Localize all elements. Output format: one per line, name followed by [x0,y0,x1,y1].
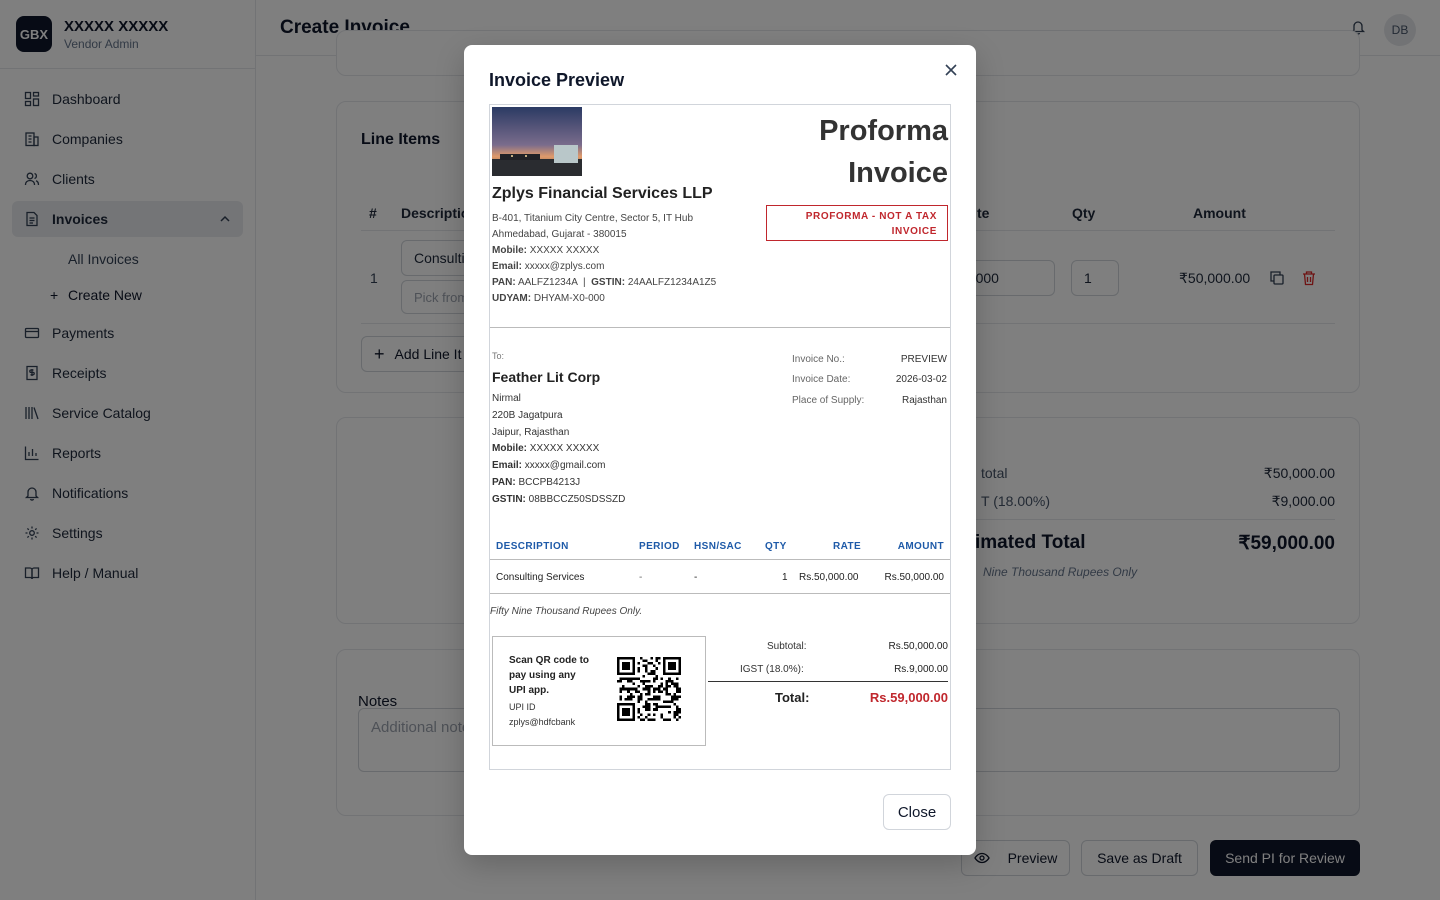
doc-table-divider [490,559,950,560]
doc-subtotal-value: Rs.50,000.00 [888,641,949,652]
doc-th-description: DESCRIPTION [496,541,569,552]
company-udyam: UDYAM: DHYAM-X0-000 [492,293,605,304]
doc-totals-divider [708,681,948,682]
mobile-label: Mobile: [492,245,527,256]
client-mobile: Mobile: XXXXX XXXXX [492,443,599,454]
doc-row-hsn: - [694,572,698,583]
place-of-supply-label: Place of Supply: [792,395,865,406]
upi-label: UPI ID [509,702,536,712]
invoice-date-value: 2026-03-02 [895,374,947,385]
invoice-no-label: Invoice No.: [792,354,845,365]
doc-row-amount: Rs.50,000.00 [884,572,945,583]
doc-row-qty: 1 [782,572,788,583]
client-contact: Nirmal [492,393,521,404]
client-address-line1: 220B Jagatpura [492,410,563,421]
invoice-date-label: Invoice Date: [792,374,851,385]
doc-subtotal-label: Subtotal: [767,641,807,652]
mobile-value: XXXXX XXXXX [529,245,600,256]
qr-line3: UPI app. [509,685,550,696]
gstin-label: GSTIN: [492,494,526,505]
doc-total-value: Rs.59,000.00 [869,690,948,705]
company-address-line1: B-401, Titanium City Centre, Sector 5, I… [492,213,694,224]
doc-th-rate: RATE [833,541,862,552]
qr-box: Scan QR code to pay using any UPI app. U… [492,636,706,746]
email-label: Email: [492,460,523,471]
upi-id: zplys@hdfcbank [509,717,576,727]
doc-title-line1: Proforma [819,115,948,147]
gstin-label: GSTIN: [591,277,626,288]
mobile-label: Mobile: [492,443,527,454]
doc-igst-value: Rs.9,000.00 [894,664,948,675]
client-email: Email: xxxxx@gmail.com [492,460,606,471]
to-label: To: [492,351,505,361]
doc-th-qty: QTY [765,541,787,552]
email-value: xxxxx@gmail.com [524,460,606,471]
email-label: Email: [492,261,523,272]
proforma-stamp: PROFORMA - NOT A TAX INVOICE [766,205,948,241]
client-pan: PAN: BCCPB4213J [492,477,580,488]
qr-code [617,657,681,721]
client-gstin: GSTIN: 08BBCCZ50SDSSZD [492,494,625,505]
qr-line1: Scan QR code to [509,655,590,666]
close-icon[interactable] [944,63,958,77]
invoice-document: Proforma Invoice PROFORMA - NOT A TAX IN… [489,104,951,770]
doc-igst-label: IGST (18.0%): [740,664,804,675]
doc-th-amount: AMOUNT [897,541,944,552]
doc-row-description: Consulting Services [496,572,585,583]
doc-row-period: - [639,572,643,583]
doc-row-rate: Rs.50,000.00 [799,572,859,583]
company-pan-gstin: PAN: AALFZ1234A | GSTIN: 24AALFZ1234A1Z5 [492,277,716,288]
email-value: xxxxx@zplys.com [524,261,605,272]
modal-title: Invoice Preview [489,70,625,90]
doc-table-divider [490,593,950,594]
invoice-no-value: PREVIEW [900,354,947,365]
gstin-value: 24AALFZ1234A1Z5 [627,277,717,288]
pan-label: PAN: [492,277,516,288]
company-email: Email: xxxxx@zplys.com [492,261,604,272]
pan-value: BCCPB4213J [518,477,581,488]
doc-amount-in-words: Fifty Nine Thousand Rupees Only. [490,606,643,617]
company-address-line2: Ahmedabad, Gujarat - 380015 [492,229,627,240]
separator: | [582,277,586,288]
close-button[interactable]: Close [883,794,951,830]
client-address-line2: Jaipur, Rajasthan [492,427,570,438]
doc-title-line2: Invoice [848,157,948,189]
client-name: Feather Lit Corp [492,369,601,385]
place-of-supply-value: Rajasthan [901,395,947,406]
gstin-value: 08BBCCZ50SDSSZD [528,494,626,505]
stamp-line1: PROFORMA - NOT A TAX [805,211,937,222]
mobile-value: XXXXX XXXXX [529,443,600,454]
doc-th-hsn: HSN/SAC [694,541,742,552]
pan-value: AALFZ1234A [517,277,578,288]
company-photo [492,107,582,176]
udyam-label: UDYAM: [492,293,532,304]
doc-th-period: PERIOD [639,541,680,552]
stamp-line2: INVOICE [891,226,937,237]
company-name: Zplys Financial Services LLP [492,185,713,202]
qr-line2: pay using any [509,670,576,681]
doc-total-label: Total: [775,690,810,705]
invoice-preview-modal: Invoice Preview Proforma Invoice PROFORM… [464,45,976,855]
company-mobile: Mobile: XXXXX XXXXX [492,245,599,256]
udyam-value: DHYAM-X0-000 [533,293,605,304]
pan-label: PAN: [492,477,516,488]
doc-divider [490,327,950,328]
